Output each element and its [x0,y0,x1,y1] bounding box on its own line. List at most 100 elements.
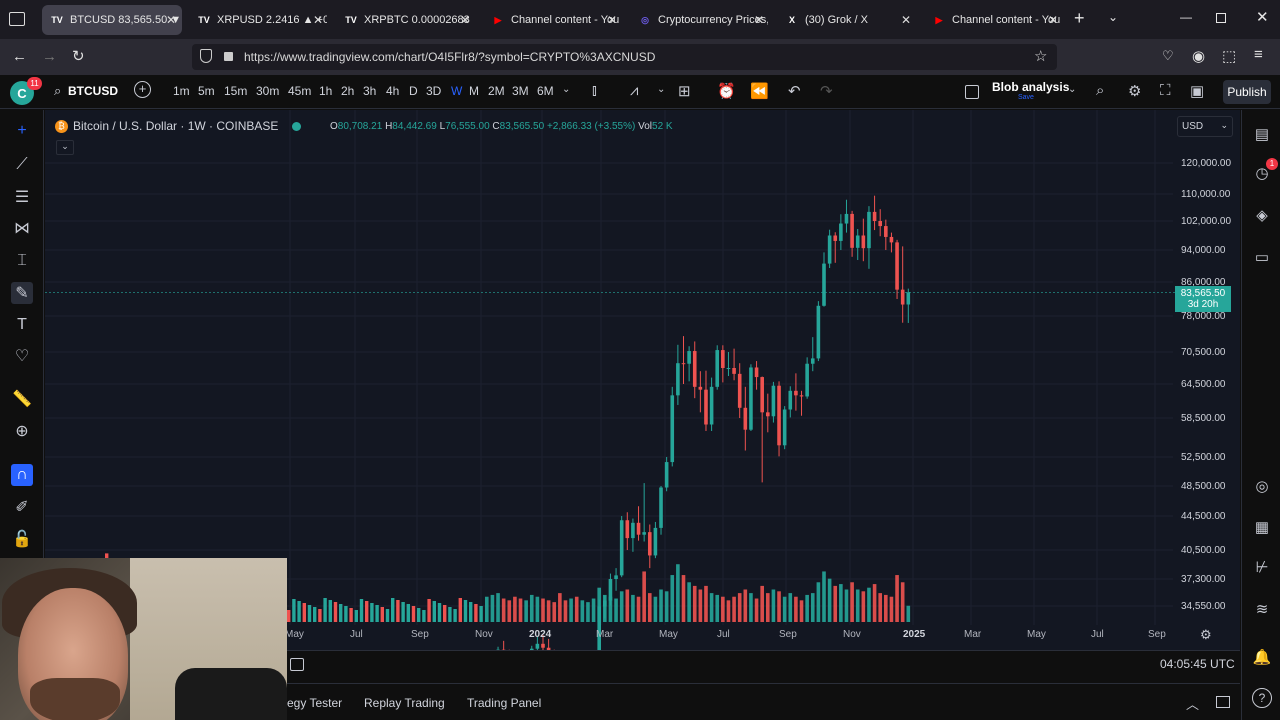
reload-icon[interactable]: ↻ [72,47,85,65]
url-text[interactable]: https://www.tradingview.com/chart/O4I5Fl… [244,50,655,64]
tab-close-icon[interactable]: ✕ [460,13,470,27]
chat-icon[interactable]: ▭ [1252,247,1272,267]
bookmark-star-icon[interactable]: ☆ [1034,47,1047,65]
tab-list-chevron-icon[interactable]: ⌄ [1108,10,1118,24]
maximize-button[interactable] [1216,13,1226,23]
tab-close-icon[interactable]: ✕ [166,13,176,27]
timeframe-30m[interactable]: 30m [256,84,279,98]
currency-select[interactable]: USD ⌄ [1177,116,1233,137]
forward-icon[interactable]: → [42,48,57,65]
tab-replay-trading[interactable]: Replay Trading [364,696,445,710]
menu-icon[interactable]: ≡ [1254,46,1263,63]
back-icon[interactable]: ← [12,48,27,65]
lock-drawings-icon[interactable]: 🔓 [11,528,33,550]
layout-checkbox[interactable] [965,85,979,99]
crosshair-icon[interactable]: + [11,120,33,142]
tab-close-icon[interactable]: ✕ [901,13,911,27]
pine-editor-icon[interactable]: ⊬ [1252,557,1272,577]
watchlist-icon[interactable]: ▤ [1252,124,1272,144]
target-icon[interactable]: ◎ [1252,476,1272,496]
maximize-panel-icon[interactable] [1216,696,1230,708]
tab-close-icon[interactable]: ✕ [607,13,617,27]
timeframe-5m[interactable]: 5m [198,84,215,98]
pattern-icon[interactable]: ⋈ [11,217,33,239]
zoom-icon[interactable]: ⊕ [11,420,33,442]
tab-close-icon[interactable]: ✕ [754,13,764,27]
timeframe-45m[interactable]: 45m [288,84,311,98]
brush-icon[interactable]: ✎ [11,282,33,304]
pocket-icon[interactable]: ♡ [1162,48,1174,64]
timeframe-3M[interactable]: 3M [512,84,529,98]
ruler-icon[interactable]: 📏 [11,388,33,410]
symbol-search-icon[interactable]: ⌕ [54,83,61,99]
timeframe-1h[interactable]: 1h [319,84,332,98]
legend-collapse-chevron-icon[interactable]: ⌄ [56,140,74,155]
close-window-button[interactable]: ✕ [1256,8,1269,26]
layout-save-label[interactable]: Save [1018,94,1034,101]
camera-icon[interactable]: ▣ [1190,82,1204,100]
date-range-calendar-icon[interactable] [290,658,304,671]
stay-in-drawing-icon[interactable]: ✐ [11,496,33,518]
new-tab-button[interactable]: + [1074,8,1085,29]
notifications-bell-icon[interactable]: 🔔 [1252,647,1272,667]
tab-close-icon[interactable]: ✕ [313,13,323,27]
symbol-legend[interactable]: ₿ Bitcoin / U.S. Dollar · 1W · COINBASE [55,119,302,133]
layers-icon[interactable]: ◈ [1252,205,1272,225]
timeframe-3D[interactable]: 3D [426,84,441,98]
indicators-icon[interactable]: ⩘ [630,82,638,99]
undo-icon[interactable]: ↶ [788,82,801,100]
indicators-chevron-icon[interactable]: ⌄ [657,84,665,95]
browser-tab[interactable]: ◎ Cryptocurrency Prices, ✕ [630,5,770,35]
timeframe-2h[interactable]: 2h [341,84,354,98]
tab-trading-panel[interactable]: Trading Panel [467,696,541,710]
browser-tab[interactable]: ▶ Channel content - You ✕ [483,5,623,35]
lock-icon[interactable] [224,52,233,61]
alert-icon[interactable]: ⏰ [717,82,736,100]
address-bar[interactable]: https://www.tradingview.com/chart/O4I5Fl… [192,44,1057,70]
browser-tab[interactable]: TV BTCUSD 83,565.50 ▼ ✕ [42,5,182,35]
timeframe-4h[interactable]: 4h [386,84,399,98]
fullscreen-icon[interactable]: ⛶ [1160,82,1171,99]
timeframe-2M[interactable]: 2M [488,84,505,98]
timeframe-dropdown-chevron-icon[interactable]: ⌄ [562,84,570,95]
help-icon[interactable]: ? [1252,688,1272,708]
fib-retracement-icon[interactable]: ☰ [11,186,33,208]
replay-icon[interactable]: ⏪ [750,82,769,100]
heart-icon[interactable]: ♡ [11,345,33,367]
timeframe-6M[interactable]: 6M [537,84,554,98]
tab-overview-icon[interactable] [9,12,25,26]
streams-icon[interactable]: ≋ [1252,599,1272,619]
layout-chevron-icon[interactable]: ⌄ [1068,84,1076,95]
timeframe-D[interactable]: D [409,84,418,98]
text-icon[interactable]: T [11,314,33,336]
browser-tab[interactable]: TV XRPBTC 0.00002683 ▲ ✕ [336,5,476,35]
redo-icon[interactable]: ↷ [820,82,833,100]
browser-tab[interactable]: ▶ Channel content - You ✕ [924,5,1064,35]
shield-icon[interactable] [200,49,212,63]
browser-tab[interactable]: TV XRPUSD 2.2416 ▲ +0. ✕ [189,5,329,35]
tab-close-icon[interactable]: ✕ [1048,13,1058,27]
browser-tab[interactable]: X (30) Grok / X ✕ [777,5,917,35]
settings-gear-icon[interactable]: ⚙ [1128,82,1141,100]
utc-clock[interactable]: 04:05:45 UTC [1160,657,1235,671]
trend-line-icon[interactable]: ⟋ [11,154,33,176]
templates-icon[interactable]: ⊞ [678,82,691,100]
layout-name[interactable]: Blob analysis [992,80,1069,94]
publish-button[interactable]: Publish [1223,80,1271,104]
timeframe-1m[interactable]: 1m [173,84,190,98]
timeframe-3h[interactable]: 3h [363,84,376,98]
compare-add-icon[interactable]: + [134,81,151,98]
collapse-panel-chevron-icon[interactable]: ︿ [1186,694,1199,713]
minimize-button[interactable]: — [1180,10,1192,24]
account-icon[interactable]: ◉ [1192,47,1205,65]
timeframe-W[interactable]: W [451,84,462,98]
calendar-icon[interactable]: ▦ [1252,517,1272,537]
timeframe-15m[interactable]: 15m [224,84,247,98]
extensions-icon[interactable]: ⬚ [1222,47,1236,65]
timeframe-M[interactable]: M [469,84,479,98]
prediction-icon[interactable]: ⌶ [11,250,33,272]
quick-search-icon[interactable]: ⌕ [1096,82,1104,99]
axis-settings-gear-icon[interactable]: ⚙ [1200,627,1212,643]
symbol-search[interactable]: BTCUSD [68,84,118,98]
magnet-icon[interactable]: ∩ [11,464,33,486]
